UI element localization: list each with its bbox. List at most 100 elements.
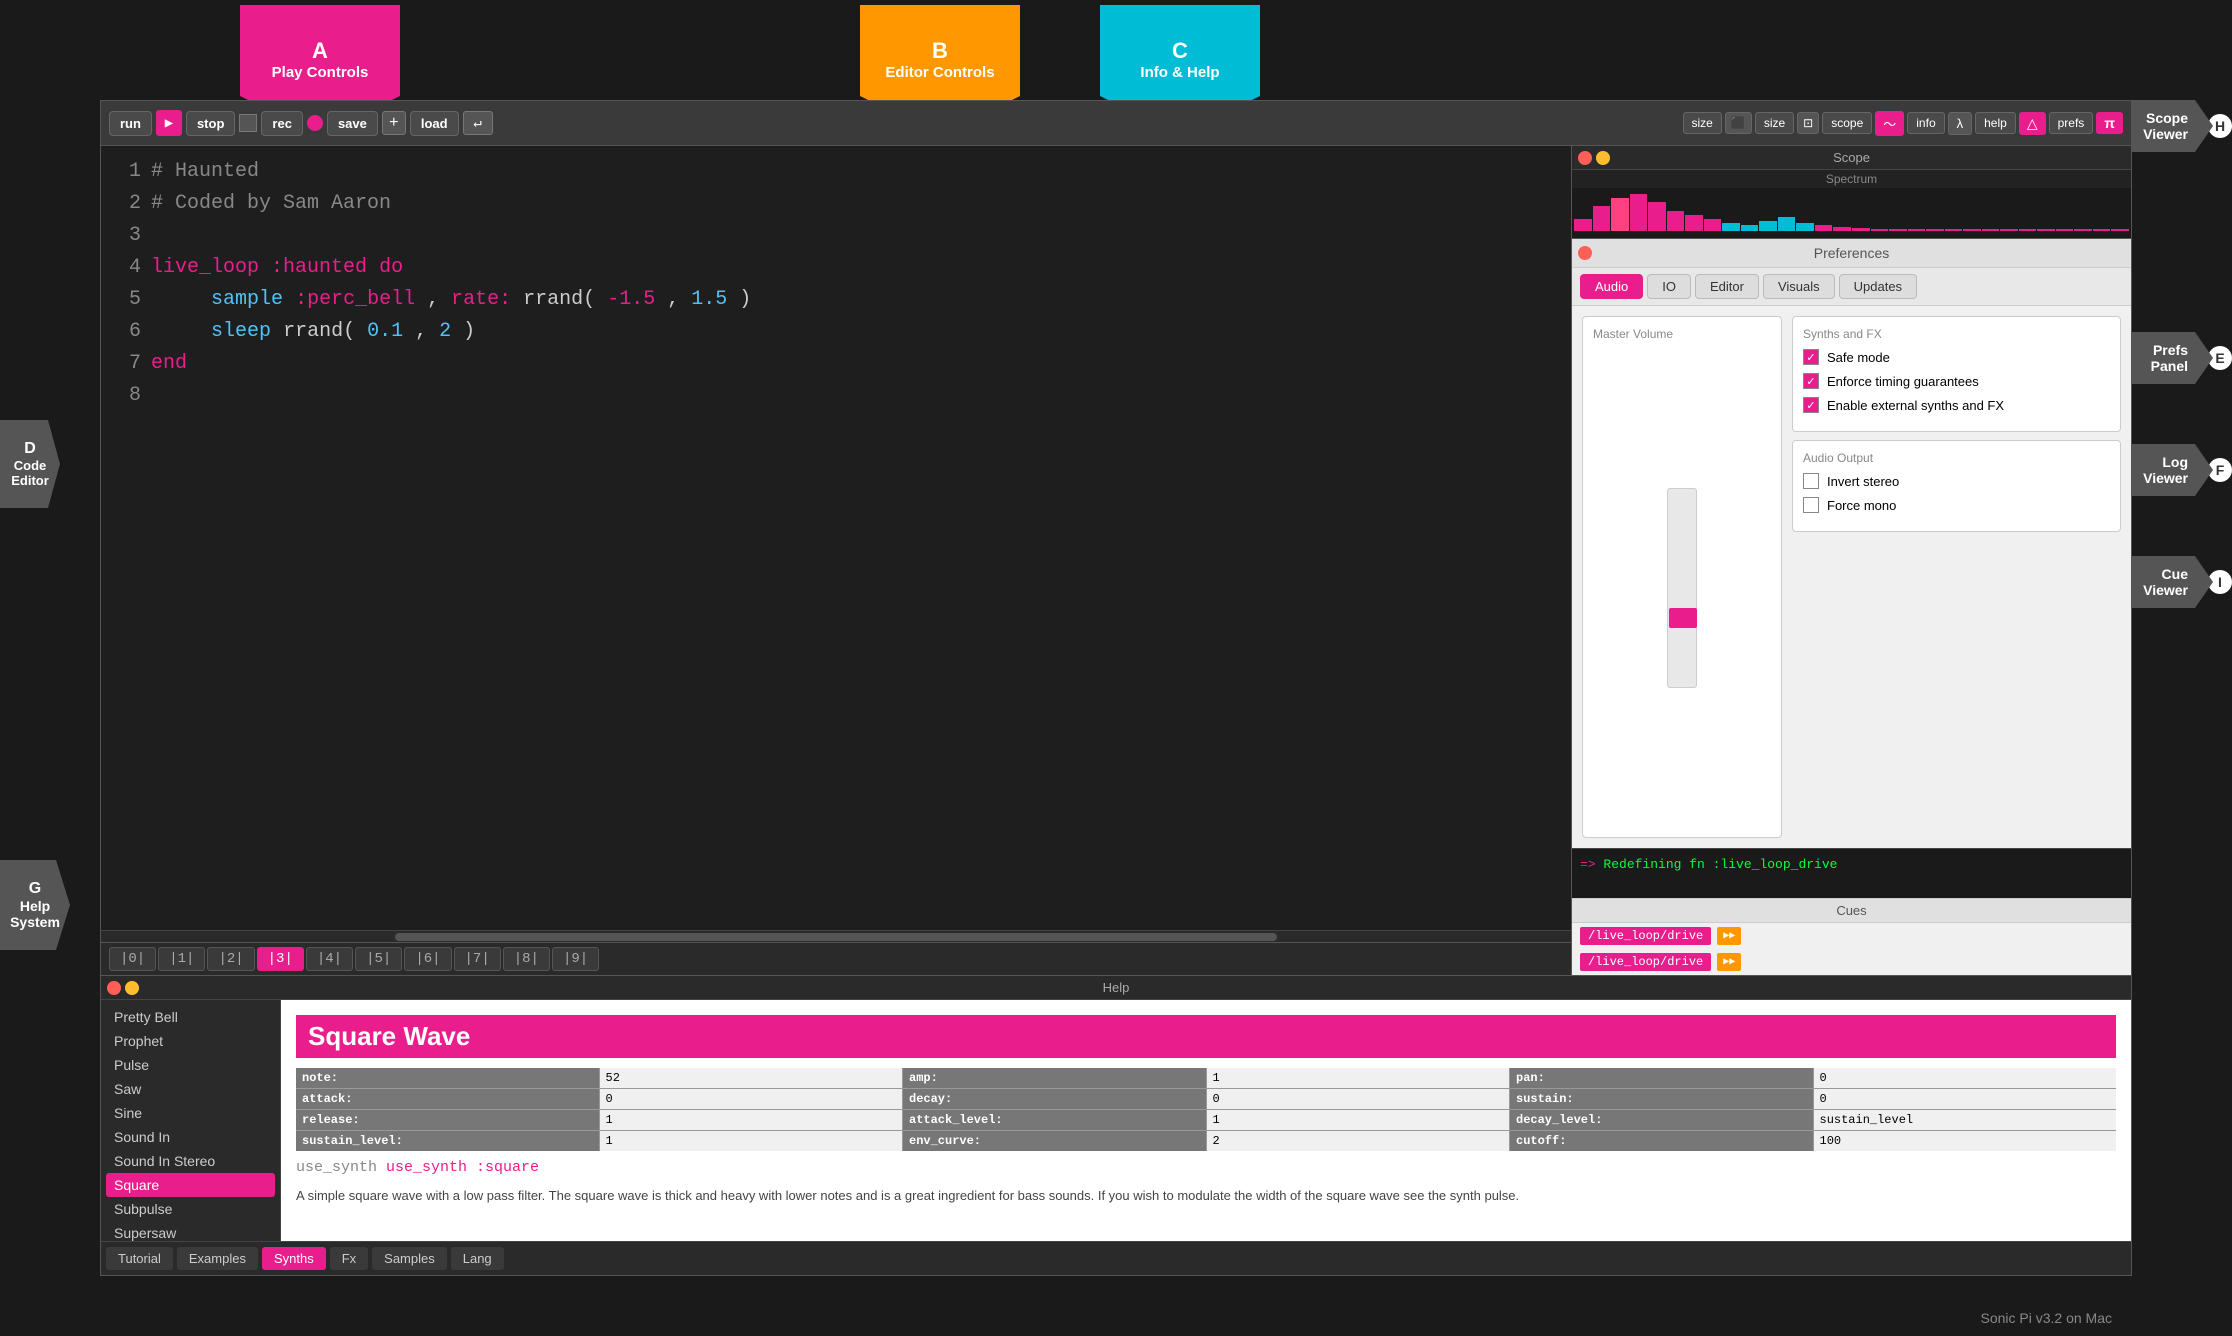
scope-close-yellow[interactable] (1596, 151, 1610, 165)
help-item-soundin[interactable]: Sound In (106, 1125, 275, 1149)
help-item-soundinstereo[interactable]: Sound In Stereo (106, 1149, 275, 1173)
size2-font-button[interactable]: ⊡ (1797, 112, 1819, 134)
tab-2[interactable]: |2| (207, 947, 254, 971)
pi-button[interactable]: π (2096, 112, 2123, 134)
tab-9[interactable]: |9| (552, 947, 599, 971)
param-envcurve-label: env_curve: (903, 1131, 1206, 1151)
scope-button[interactable]: scope (1822, 112, 1872, 134)
help-item-subpulse[interactable]: Subpulse (106, 1197, 275, 1221)
external-synths-checkbox-box[interactable]: ✓ (1803, 397, 1819, 413)
force-mono-label: Force mono (1827, 498, 1896, 513)
save-button[interactable]: save (327, 111, 378, 136)
load-button[interactable]: load (410, 111, 459, 136)
code-editor[interactable]: 1# Haunted 2# Coded by Sam Aaron 3 4 liv… (101, 146, 1571, 930)
help-item-saw[interactable]: Saw (106, 1077, 275, 1101)
help-tab-samples[interactable]: Samples (372, 1247, 447, 1270)
help-item-pulse[interactable]: Pulse (106, 1053, 275, 1077)
log-message: Redefining fn :live_loop_drive (1603, 857, 1837, 872)
help-system: Help Pretty Bell Prophet Pulse Saw Sine … (101, 976, 2131, 1275)
prefs-tab-io[interactable]: IO (1647, 274, 1691, 299)
param-cutoff-label: cutoff: (1510, 1131, 1813, 1151)
help-item-prettybell[interactable]: Pretty Bell (106, 1005, 275, 1029)
safe-mode-label: Safe mode (1827, 350, 1890, 365)
prefs-tab-updates[interactable]: Updates (1839, 274, 1917, 299)
prefs-tab-editor[interactable]: Editor (1695, 274, 1759, 299)
tab-0[interactable]: |0| (109, 947, 156, 971)
help-close-red[interactable] (107, 981, 121, 995)
horizontal-scrollbar[interactable] (101, 930, 1571, 942)
help-delta-button[interactable]: △ (2019, 112, 2046, 135)
tab-7[interactable]: |7| (454, 947, 501, 971)
help-tab-examples[interactable]: Examples (177, 1247, 258, 1270)
timing-checkbox-box[interactable]: ✓ (1803, 373, 1819, 389)
help-content: Square Wave note: 52 amp: 1 pan: 0 attac… (281, 1000, 2131, 1241)
volume-slider-container (1593, 349, 1771, 827)
volume-handle[interactable] (1669, 608, 1697, 628)
prefs-button[interactable]: prefs (2049, 112, 2094, 134)
scope-wave-button[interactable]: 〜 (1875, 111, 1904, 136)
run-button[interactable]: run (109, 111, 152, 136)
help-button[interactable]: help (1975, 112, 2016, 134)
cue-icon-1: ▶▶ (1717, 927, 1741, 945)
prefs-panel: Preferences Audio IO Editor Visuals Upda… (1572, 239, 2131, 848)
param-attacklevel-label: attack_level: (903, 1110, 1206, 1130)
size-font-button[interactable]: ⬛ (1725, 112, 1752, 134)
rec-dot-icon[interactable] (307, 115, 323, 131)
external-synths-label: Enable external synths and FX (1827, 398, 2004, 413)
timing-checkbox[interactable]: ✓ Enforce timing guarantees (1803, 373, 2110, 389)
log-viewer: => Redefining fn :live_loop_drive (1572, 848, 2131, 898)
tab-8[interactable]: |8| (503, 947, 550, 971)
rec-button[interactable]: rec (261, 111, 303, 136)
help-close-yellow[interactable] (125, 981, 139, 995)
tab-6[interactable]: |6| (404, 947, 451, 971)
footer: Sonic Pi v3.2 on Mac (1980, 1310, 2112, 1326)
spectrum-viz (1572, 188, 2131, 233)
tab-1[interactable]: |1| (158, 947, 205, 971)
external-synths-checkbox[interactable]: ✓ Enable external synths and FX (1803, 397, 2110, 413)
invert-stereo-checkbox-box[interactable] (1803, 473, 1819, 489)
force-mono-checkbox-box[interactable] (1803, 497, 1819, 513)
help-item-supersaw[interactable]: Supersaw (106, 1221, 275, 1241)
plus-icon[interactable]: + (382, 111, 406, 135)
synths-fx-label: Synths and FX (1803, 327, 2110, 341)
run-icon[interactable]: ▶ (156, 110, 182, 136)
scope-viewer: Scope Spectrum (1572, 146, 2131, 239)
cue-label-1: /live_loop/drive (1580, 927, 1711, 945)
tab-5[interactable]: |5| (355, 947, 402, 971)
scope-close-red[interactable] (1578, 151, 1592, 165)
info-button[interactable]: info (1907, 112, 1944, 134)
lambda-button[interactable]: λ (1948, 112, 1973, 135)
help-item-sine[interactable]: Sine (106, 1101, 275, 1125)
help-title: Help (1103, 980, 1130, 995)
right-panel: Scope Spectrum (1571, 146, 2131, 975)
synths-fx-section: Synths and FX ✓ Safe mode ✓ (1792, 316, 2121, 432)
prefs-tab-visuals[interactable]: Visuals (1763, 274, 1835, 299)
param-amp-label: amp: (903, 1068, 1206, 1088)
safe-mode-checkbox[interactable]: ✓ Safe mode (1803, 349, 2110, 365)
force-mono-checkbox[interactable]: Force mono (1803, 497, 2110, 513)
tab-4[interactable]: |4| (306, 947, 353, 971)
prefs-close-button[interactable] (1578, 246, 1592, 260)
volume-slider[interactable] (1667, 488, 1697, 688)
size2-button[interactable]: size (1755, 112, 1794, 134)
help-tab-fx[interactable]: Fx (330, 1247, 368, 1270)
stop-icon[interactable] (239, 114, 257, 132)
load-arrow-icon[interactable]: ↵ (463, 111, 493, 135)
help-tab-lang[interactable]: Lang (451, 1247, 504, 1270)
param-pan-label: pan: (1510, 1068, 1813, 1088)
help-tab-synths[interactable]: Synths (262, 1247, 326, 1270)
help-tab-tutorial[interactable]: Tutorial (106, 1247, 173, 1270)
tab-3[interactable]: |3| (257, 947, 304, 971)
param-sustain-value: 0 (1814, 1089, 2117, 1109)
synth-title: Square Wave (296, 1015, 2116, 1058)
stop-button[interactable]: stop (186, 111, 235, 136)
cue-icon-2: ▶▶ (1717, 953, 1741, 971)
help-item-prophet[interactable]: Prophet (106, 1029, 275, 1053)
size-button[interactable]: size (1683, 112, 1722, 134)
safe-mode-checkbox-box[interactable]: ✓ (1803, 349, 1819, 365)
prefs-tab-audio[interactable]: Audio (1580, 274, 1643, 299)
param-pan-value: 0 (1814, 1068, 2117, 1088)
help-item-square[interactable]: Square (106, 1173, 275, 1197)
param-sustain-label: sustain: (1510, 1089, 1813, 1109)
invert-stereo-checkbox[interactable]: Invert stereo (1803, 473, 2110, 489)
